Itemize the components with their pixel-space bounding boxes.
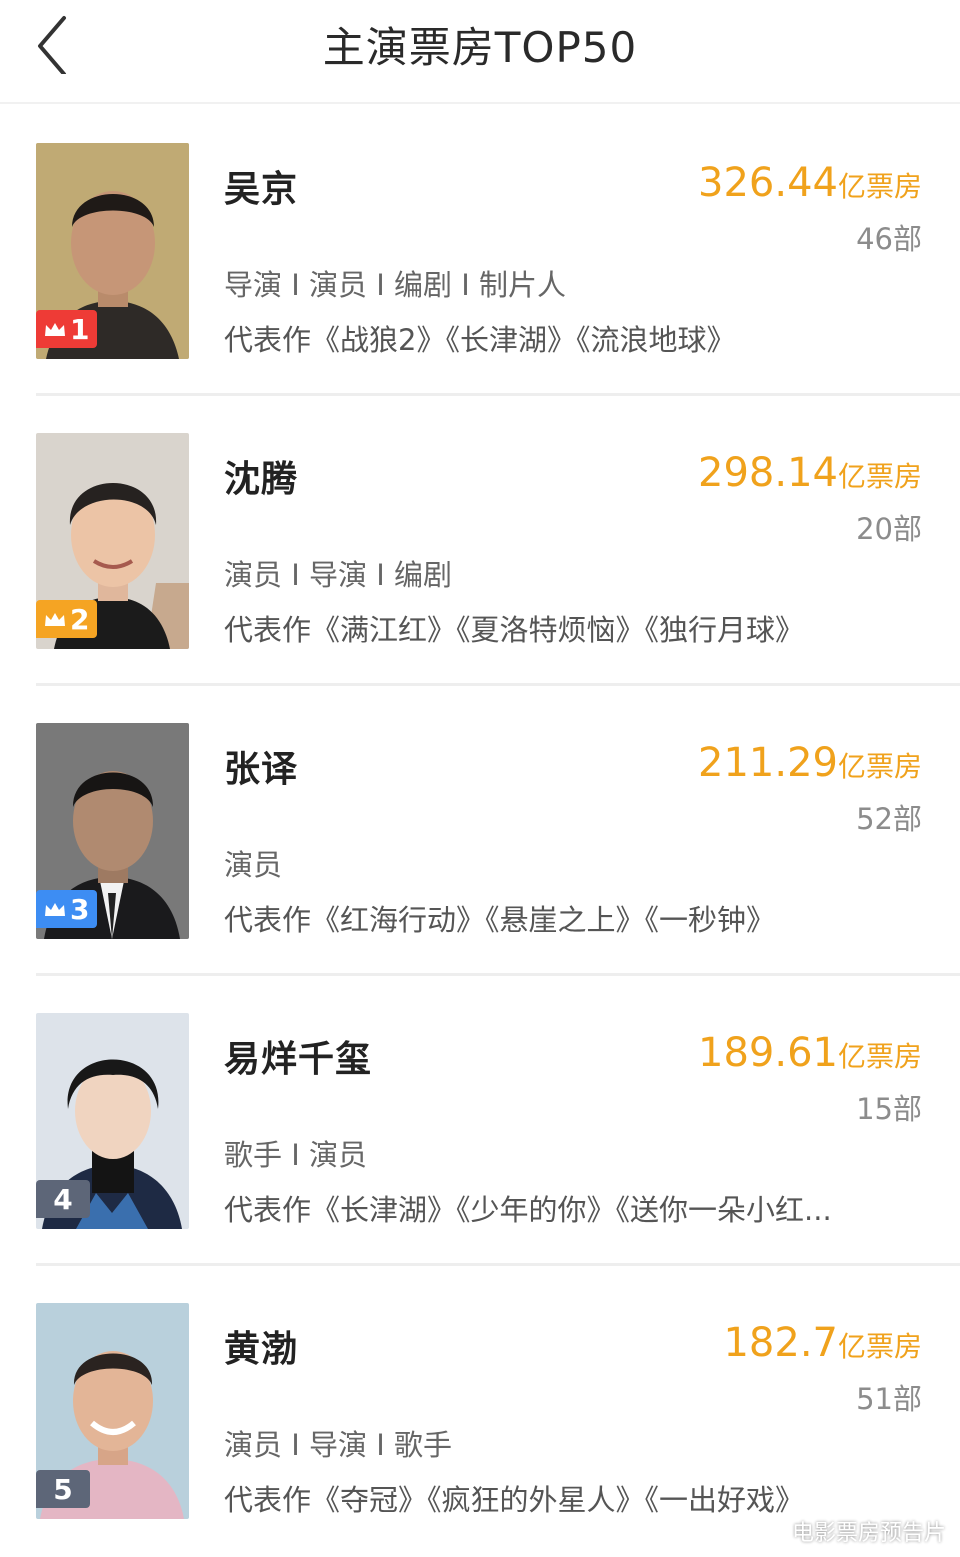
rank-number: 1: [70, 312, 90, 346]
crown-icon: [45, 613, 65, 626]
actor-name: 易烊千玺: [224, 1039, 373, 1080]
actor-name: 张译: [224, 749, 299, 790]
list-item[interactable]: 4 易烊千玺 189.61亿票房 15部 歌手 I 演员 代表作《长津湖》《少年…: [0, 976, 960, 1266]
crown-icon: [45, 323, 65, 336]
representative-works: 代表作《夺冠》《疯狂的外星人》《一出好戏》: [224, 1483, 805, 1517]
list-item[interactable]: 2 沈腾 298.14亿票房 20部 演员 I 导演 I 编剧 代表作《满江红》…: [0, 396, 960, 686]
box-office-unit: 亿票房: [837, 170, 922, 203]
box-office: 326.44亿票房: [698, 160, 922, 206]
box-office-unit: 亿票房: [837, 1330, 922, 1363]
actor-list: 1 吴京 326.44亿票房 46部 导演 I 演员 I 编剧 I 制片人 代表…: [0, 106, 960, 1556]
box-office-value: 211.29: [698, 740, 838, 786]
film-count: 15部: [856, 1092, 922, 1126]
rank-number: 5: [53, 1472, 73, 1506]
actor-name: 沈腾: [224, 459, 299, 500]
representative-works: 代表作《红海行动》《悬崖之上》《一秒钟》: [224, 903, 776, 937]
actor-roles: 歌手 I 演员: [224, 1138, 367, 1172]
list-item[interactable]: 3 张译 211.29亿票房 52部 演员 代表作《红海行动》《悬崖之上》《一秒…: [0, 686, 960, 976]
representative-works: 代表作《长津湖》《少年的你》《送你一朵小红...: [224, 1193, 832, 1227]
box-office: 189.61亿票房: [698, 1030, 922, 1076]
film-count: 46部: [856, 222, 922, 256]
film-count: 52部: [856, 802, 922, 836]
box-office-value: 182.7: [723, 1320, 838, 1366]
list-item[interactable]: 5 黄渤 182.7亿票房 51部 演员 I 导演 I 歌手 代表作《夺冠》《疯…: [0, 1266, 960, 1556]
header-bar: 主演票房TOP50: [0, 0, 960, 104]
rank-number: 3: [70, 892, 90, 926]
box-office-unit: 亿票房: [837, 460, 922, 493]
rank-number: 4: [53, 1182, 73, 1216]
crown-icon: [45, 903, 65, 916]
box-office-value: 298.14: [698, 450, 838, 496]
film-count: 51部: [856, 1382, 922, 1416]
box-office-value: 189.61: [698, 1030, 838, 1076]
list-item[interactable]: 1 吴京 326.44亿票房 46部 导演 I 演员 I 编剧 I 制片人 代表…: [0, 106, 960, 396]
film-count: 20部: [856, 512, 922, 546]
box-office-value: 326.44: [698, 160, 838, 206]
page-title: 主演票房TOP50: [322, 23, 638, 72]
representative-works: 代表作《战狼2》《长津湖》《流浪地球》: [224, 323, 736, 357]
box-office: 211.29亿票房: [698, 740, 922, 786]
rank-badge: 2: [36, 600, 98, 638]
actor-roles: 演员 I 导演 I 歌手: [224, 1428, 452, 1462]
actor-roles: 演员: [224, 848, 283, 882]
watermark: 电影票房预告片: [791, 1521, 946, 1546]
rank-badge: 3: [36, 890, 98, 928]
box-office-unit: 亿票房: [837, 750, 922, 783]
actor-roles: 演员 I 导演 I 编剧: [224, 558, 452, 592]
box-office: 298.14亿票房: [698, 450, 922, 496]
actor-name: 黄渤: [224, 1329, 299, 1370]
actor-name: 吴京: [224, 169, 299, 210]
representative-works: 代表作《满江红》《夏洛特烦恼》《独行月球》: [224, 613, 805, 647]
rank-badge: 5: [36, 1470, 90, 1508]
box-office-unit: 亿票房: [837, 1040, 922, 1073]
rank-badge: 4: [36, 1180, 90, 1218]
actor-roles: 导演 I 演员 I 编剧 I 制片人: [224, 268, 566, 302]
box-office: 182.7亿票房: [723, 1320, 922, 1366]
rank-number: 2: [70, 602, 90, 636]
rank-badge: 1: [36, 310, 98, 348]
